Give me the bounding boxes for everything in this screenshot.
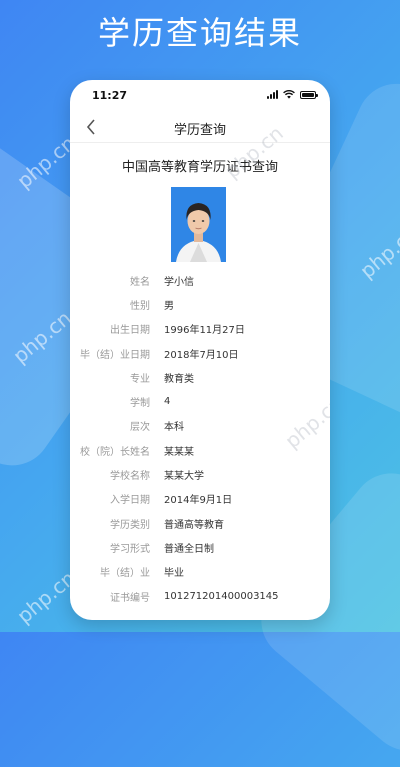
field-value: 2018年7月10日 <box>164 349 239 361</box>
field-label: 姓名 <box>130 276 150 288</box>
field-row: 学习形式 普通全日制 <box>70 535 330 559</box>
field-value: 101271201400003145 <box>164 590 279 602</box>
field-label: 专业 <box>130 373 150 385</box>
field-label: 毕（结）业 <box>100 568 150 580</box>
field-label: 学制 <box>130 398 150 410</box>
field-row: 学制 4 <box>70 389 330 413</box>
field-label: 学历类别 <box>110 519 150 531</box>
field-value: 2014年9月1日 <box>164 495 233 507</box>
status-time: 11:27 <box>92 89 128 102</box>
field-label: 学校名称 <box>110 471 150 483</box>
field-label: 校（院）长姓名 <box>80 446 150 458</box>
field-row: 学校名称 某某大学 <box>70 462 330 486</box>
field-value: 毕业 <box>164 568 184 580</box>
battery-icon <box>300 90 318 99</box>
field-row: 姓名 学小信 <box>70 268 330 292</box>
field-value: 普通全日制 <box>164 543 214 555</box>
field-value: 4 <box>164 396 171 408</box>
field-row: 出生日期 1996年11月27日 <box>70 317 330 341</box>
status-icons <box>267 90 318 99</box>
field-label: 学习形式 <box>110 543 150 555</box>
field-label: 层次 <box>130 422 150 434</box>
field-label: 毕（结）业日期 <box>80 349 150 361</box>
page-headline: 学历查询结果 <box>97 14 302 52</box>
field-label: 证书编号 <box>110 592 150 604</box>
field-value: 男 <box>164 300 174 312</box>
field-value: 某某某 <box>164 446 194 458</box>
field-row: 毕（结）业 毕业 <box>70 560 330 584</box>
wifi-icon <box>283 90 295 99</box>
field-value: 普通高等教育 <box>164 519 224 531</box>
field-label: 入学日期 <box>110 495 150 507</box>
field-row: 证书编号 101271201400003145 <box>70 584 330 608</box>
field-value: 本科 <box>164 422 184 434</box>
phone-screen: 11:27 学历查询 中国高等教育学历证书查询 姓名 学小信 性别 男 出生日期… <box>70 80 330 620</box>
field-value: 学小信 <box>164 276 194 288</box>
field-value: 教育类 <box>164 373 194 385</box>
field-row: 入学日期 2014年9月1日 <box>70 487 330 511</box>
status-bar: 11:27 <box>70 80 330 112</box>
field-label: 性别 <box>130 300 150 312</box>
field-label: 出生日期 <box>110 325 150 337</box>
certificate-title: 中国高等教育学历证书查询 <box>121 160 278 175</box>
field-row: 性别 男 <box>70 292 330 316</box>
field-value: 1996年11月27日 <box>164 325 245 337</box>
signal-icon <box>267 90 278 99</box>
field-value: 某某大学 <box>164 471 204 483</box>
field-row: 毕（结）业日期 2018年7月10日 <box>70 341 330 365</box>
navbar: 学历查询 <box>70 112 330 143</box>
student-photo <box>171 187 226 262</box>
field-row: 专业 教育类 <box>70 365 330 389</box>
nav-title: 学历查询 <box>173 123 226 138</box>
field-row: 学历类别 普通高等教育 <box>70 511 330 535</box>
